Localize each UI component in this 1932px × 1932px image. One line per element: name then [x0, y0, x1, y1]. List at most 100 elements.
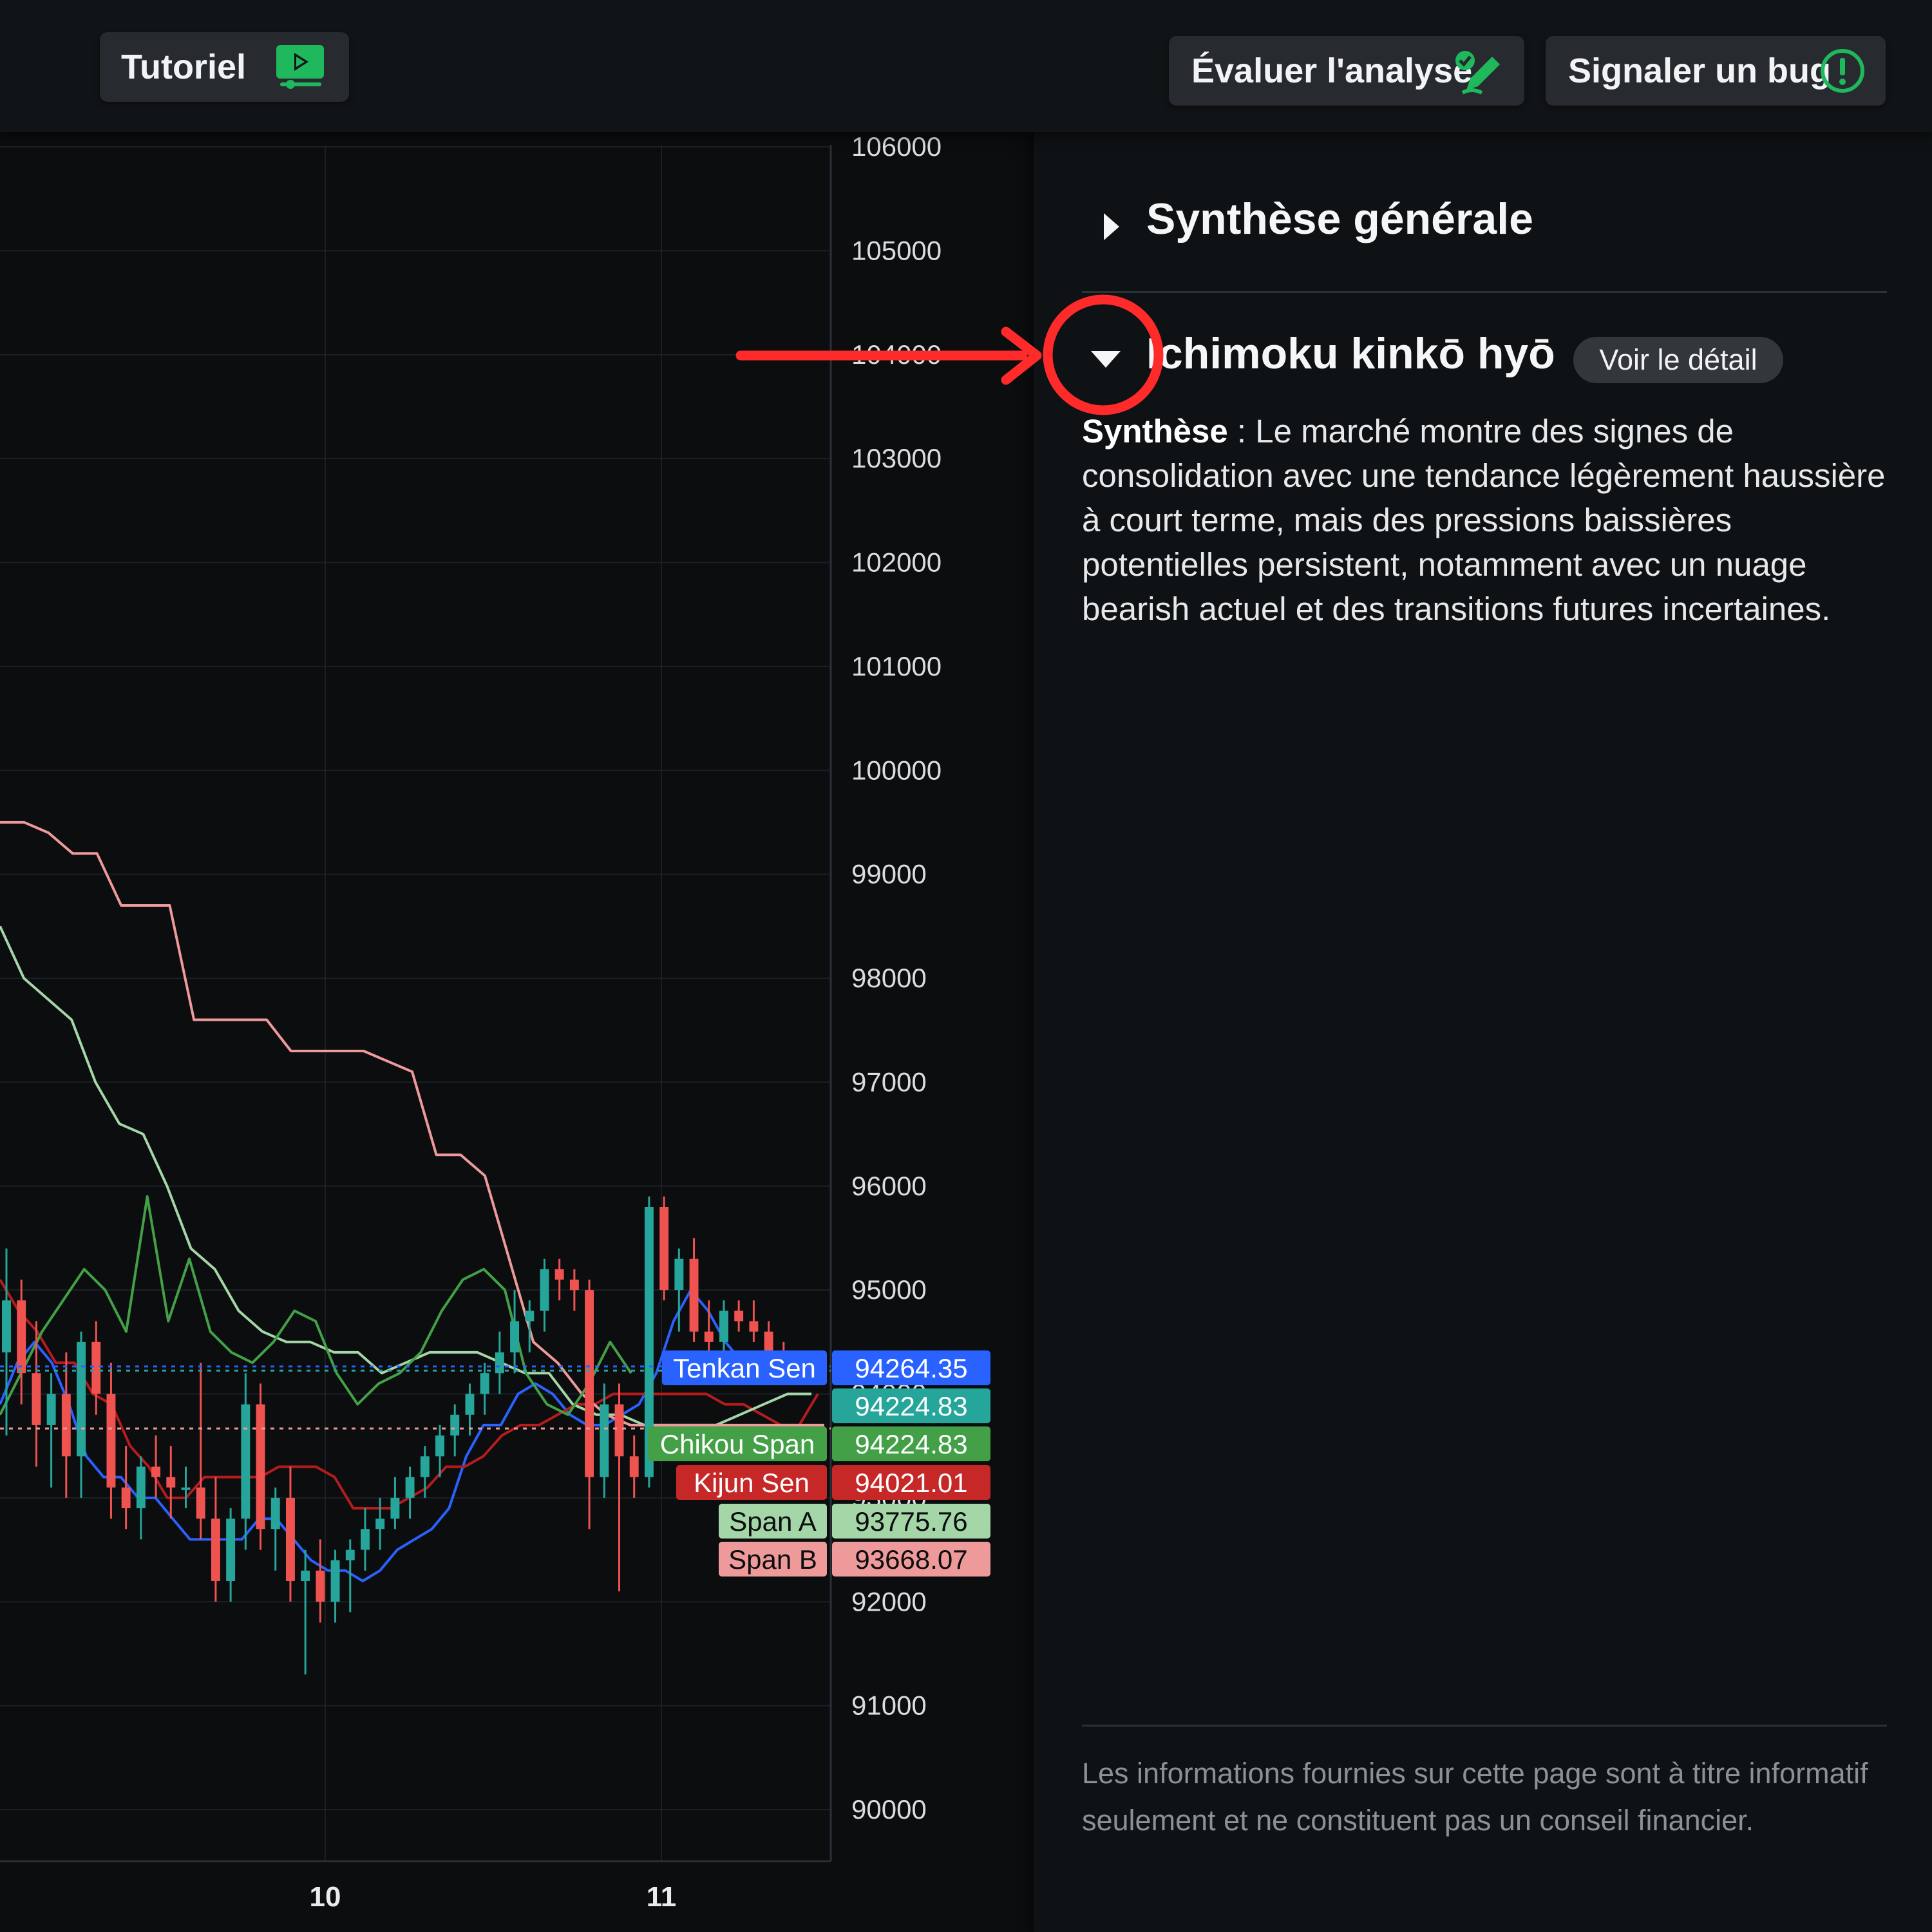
collapse-caret-icon[interactable]: [1090, 350, 1122, 372]
candle-bull: [719, 1311, 728, 1342]
candle-bear: [316, 1570, 325, 1602]
candle-bull: [540, 1269, 549, 1311]
candle-bear: [285, 1497, 295, 1581]
price-tick-label: 98000: [851, 963, 927, 993]
price-tick-label: 104000: [851, 339, 942, 370]
candle-bull: [465, 1394, 475, 1415]
candle-bull: [226, 1519, 236, 1581]
expand-caret-icon[interactable]: [1101, 211, 1121, 246]
tutoriel-label: Tutoriel: [121, 48, 246, 86]
candle-bear: [91, 1341, 101, 1394]
candle-bull: [420, 1456, 430, 1477]
candle-bull: [375, 1519, 385, 1530]
candle-bull: [2, 1300, 11, 1352]
evaluer-label: Évaluer l'analyse: [1191, 52, 1473, 90]
candle-bear: [256, 1404, 265, 1530]
candle-bull: [510, 1321, 520, 1352]
analysis-panel: Synthèse générale Ichimoku kinkō hyō Voi…: [1034, 132, 1932, 1932]
candle-bull: [390, 1497, 400, 1519]
candle-bull: [301, 1570, 310, 1581]
price-tick-label: 92000: [851, 1586, 927, 1616]
candle-bull: [361, 1529, 370, 1550]
video-play-icon: [275, 44, 327, 99]
candle-bull: [270, 1497, 280, 1530]
indicator-value: 94224.83: [855, 1391, 967, 1421]
candle-bull: [600, 1404, 609, 1477]
candle-bear: [17, 1300, 26, 1374]
candle-bull: [480, 1373, 489, 1394]
candle-bear: [106, 1394, 116, 1488]
candle-bear: [61, 1394, 71, 1457]
price-tick-label: 96000: [851, 1171, 927, 1201]
candle-bear: [585, 1290, 594, 1477]
evaluer-analyse-button[interactable]: Évaluer l'analyse: [1169, 36, 1524, 106]
candle-bear: [32, 1373, 41, 1425]
price-tick-label: 101000: [851, 651, 942, 681]
price-tick-label: 105000: [851, 235, 942, 265]
candle-bull: [674, 1258, 684, 1291]
candle-bear: [659, 1207, 669, 1291]
candle-bull: [525, 1311, 535, 1321]
price-tick-label: 106000: [851, 132, 942, 162]
disclaimer-text: Les informations fournies sur cette page…: [1082, 1757, 1868, 1837]
section-title-synthese-generale[interactable]: Synthèse générale: [1146, 194, 1533, 244]
footer-divider: [1082, 1725, 1887, 1727]
candle-bull: [450, 1414, 460, 1436]
candle-bear: [121, 1487, 131, 1509]
price-tick-label: 90000: [851, 1794, 927, 1824]
section-title-ichimoku[interactable]: Ichimoku kinkō hyō: [1146, 328, 1555, 379]
top-bar: Tutoriel Évaluer l'analyse Signaler un b…: [0, 0, 1932, 132]
warning-circle-icon: [1819, 47, 1866, 103]
candle-bear: [764, 1331, 773, 1352]
candle-bear: [151, 1466, 161, 1477]
signaler-label: Signaler un bug: [1568, 52, 1832, 90]
candle-bear: [749, 1321, 759, 1332]
indicator-value: 93775.76: [855, 1506, 967, 1537]
price-tick-label: 100000: [851, 755, 942, 785]
time-tick-label: 11: [647, 1881, 677, 1913]
candle-bull: [405, 1477, 415, 1498]
candle-bull: [345, 1549, 355, 1560]
price-tick-label: 95000: [851, 1274, 927, 1305]
candle-bear: [689, 1258, 699, 1332]
candle-bull: [181, 1487, 191, 1490]
candle-bear: [704, 1331, 714, 1342]
candle-bear: [196, 1487, 205, 1519]
candle-bear: [734, 1311, 744, 1321]
candle-bull: [241, 1404, 251, 1519]
candle-bear: [614, 1404, 624, 1457]
section-divider: [1082, 291, 1887, 293]
candle-bull: [136, 1466, 146, 1509]
candle-bear: [166, 1477, 176, 1488]
summary-label: Synthèse: [1082, 413, 1228, 450]
ichimoku-summary: Synthèse : Le marché montre des signes d…: [1082, 409, 1887, 631]
indicator-name: Kijun Sen: [694, 1468, 810, 1498]
candle-bull: [435, 1435, 444, 1457]
price-tick-label: 99000: [851, 859, 927, 889]
candle-bull: [330, 1560, 340, 1602]
indicator-name: Span B: [728, 1544, 817, 1575]
ichimoku-chart[interactable]: 106000 105000 104000 103000 102000 101000 1000…: [0, 132, 1034, 1932]
candle-bear: [211, 1519, 220, 1581]
candle-bear: [554, 1269, 564, 1280]
price-tick-label: 91000: [851, 1690, 927, 1721]
indicator-value: 94264.35: [855, 1353, 967, 1383]
price-tick-label: 97000: [851, 1066, 927, 1097]
indicator-value: 93668.07: [855, 1544, 967, 1575]
price-tick-label: 103000: [851, 443, 942, 473]
tutoriel-button[interactable]: Tutoriel: [100, 32, 349, 102]
signaler-bug-button[interactable]: Signaler un bug: [1546, 36, 1886, 106]
time-tick-label: 10: [310, 1881, 341, 1913]
candle-bear: [569, 1279, 579, 1291]
indicator-name: Chikou Span: [660, 1429, 815, 1459]
indicator-value: 94021.01: [855, 1468, 967, 1498]
voir-le-detail-button[interactable]: Voir le détail: [1573, 337, 1783, 383]
candle-bull: [77, 1341, 86, 1457]
price-tick-label: 102000: [851, 547, 942, 578]
indicator-name: Tenkan Sen: [673, 1353, 816, 1383]
candle-bear: [629, 1456, 639, 1477]
candle-bull: [46, 1394, 56, 1425]
rate-pencil-icon: [1452, 48, 1504, 104]
indicator-value: 94224.83: [855, 1429, 967, 1459]
indicator-name: Span A: [729, 1506, 816, 1537]
